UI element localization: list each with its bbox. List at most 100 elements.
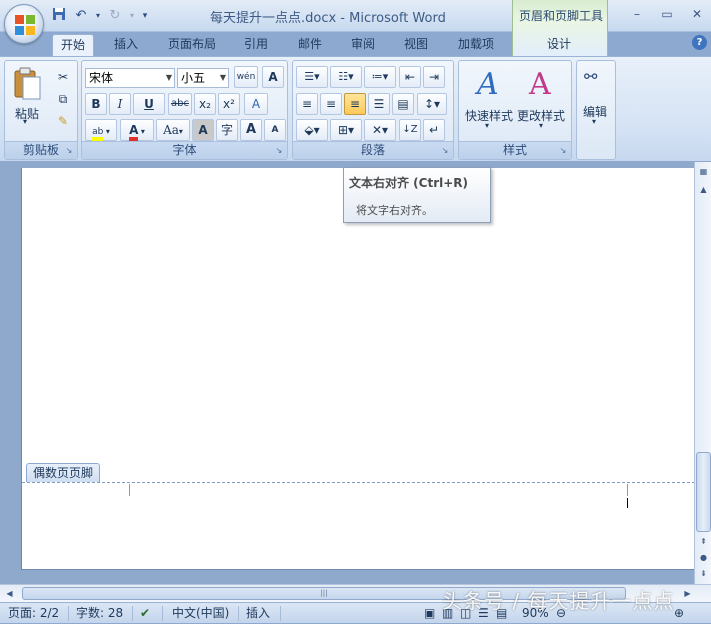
highlight-button[interactable]: ab ▾ [85,119,117,141]
tab-view[interactable]: 视图 [394,34,438,56]
editing-group[interactable]: ⚯ 编辑 ▾ [576,60,616,160]
paragraph-group: ☰▾ ☷▾ ≔▾ ⇤ ⇥ ≡ ≡ ≡ ☰ ▤ ↕▾ ⬙▾ ⊞▾ ✕▾ ↓Z ↵ … [292,60,454,160]
footer-tag: 偶数页页脚 [26,463,101,482]
subscript-button[interactable]: x₂ [194,93,216,115]
vertical-scrollbar[interactable]: ▦ ▲ ⇞ ● ⇟ [694,162,711,584]
bold-button[interactable]: B [85,93,107,115]
styles-group: A 快速样式 ▾ A 更改样式 ▾ 样式 ↘ [458,60,572,160]
tab-design[interactable]: 设计 [534,34,584,56]
font-size-dropdown-icon[interactable]: ▼ [220,69,226,87]
redo-icon[interactable]: ↻ [106,7,124,25]
help-icon[interactable]: ? [692,35,707,50]
save-icon[interactable] [50,7,68,25]
editing-dropdown-icon: ▾ [592,117,597,126]
character-border-button[interactable]: A [262,66,284,88]
borders-button[interactable]: ⊞▾ [330,119,362,141]
shrink-font-button[interactable]: A [264,119,286,141]
font-group-label: 字体 [82,141,287,159]
ruler-toggle-icon[interactable]: ▦ [696,164,711,179]
scroll-right-icon[interactable]: ▶ [680,586,695,601]
styles-group-label: 样式 [459,141,571,159]
underline-button[interactable]: U [133,93,165,115]
font-size-combo[interactable]: 小五 ▼ [177,68,229,88]
undo-icon[interactable]: ↶ [72,7,90,25]
phonetic-guide-button[interactable]: wén [234,66,258,88]
undo-dropdown-icon[interactable]: ▾ [94,7,102,25]
vertical-scroll-thumb[interactable] [696,452,711,532]
word-count[interactable]: 字数: 28 [76,603,123,624]
styles-launcher-icon[interactable]: ↘ [558,146,568,156]
context-group-title: 页眉和页脚工具 [518,9,603,23]
change-case-button[interactable]: Aa▾ [156,119,190,141]
proofing-icon[interactable]: ✔ [140,603,150,624]
distributed-button[interactable]: ▤ [392,93,414,115]
shading-button[interactable]: ⬙▾ [296,119,328,141]
paste-button[interactable]: 粘贴 ▾ [11,65,45,126]
quick-access-toolbar: ↶ ▾ ↻ ▾ ▾ [50,6,150,26]
language-indicator[interactable]: 中文(中国) [172,603,229,624]
align-right-button[interactable]: ≡ [344,93,366,115]
bullets-button[interactable]: ☰▾ [296,66,328,88]
change-styles-dropdown-icon: ▾ [539,121,544,130]
superscript-button[interactable]: x² [218,93,240,115]
font-name-combo[interactable]: 宋体 ▼ [85,68,175,88]
font-launcher-icon[interactable]: ↘ [274,146,284,156]
divider [162,606,163,621]
clipboard-launcher-icon[interactable]: ↘ [64,146,74,156]
select-browse-object-icon[interactable]: ● [696,550,711,565]
tab-insert[interactable]: 插入 [104,34,148,56]
font-color-button[interactable]: A ▾ [120,119,154,141]
clear-formatting-button[interactable]: A [244,93,268,115]
divider [238,606,239,621]
increase-indent-button[interactable]: ⇥ [423,66,445,88]
scroll-left-icon[interactable]: ◀ [2,586,17,601]
grow-font-button[interactable]: A [240,119,262,141]
numbering-button[interactable]: ☷▾ [330,66,362,88]
cut-icon[interactable]: ✂ [53,67,73,89]
italic-button[interactable]: I [109,93,131,115]
office-button[interactable] [4,4,44,44]
redo-dropdown-icon[interactable]: ▾ [128,7,136,25]
font-size-value: 小五 [181,71,206,85]
document-area: 偶数页页脚 [0,162,695,584]
sort-button[interactable]: ↓Z [399,119,421,141]
chinese-layout-button[interactable]: ✕▾ [364,119,396,141]
close-button[interactable]: ✕ [689,6,705,22]
change-styles-button[interactable]: A 更改样式 ▾ [515,65,571,135]
ribbon: 粘贴 ▾ ✂ ⧉ ✎ 剪贴板 ↘ 宋体 ▼ 小五 ▼ wén A B I U a… [0,56,711,162]
maximize-button[interactable]: ▭ [659,6,675,22]
tab-addins[interactable]: 加载项 [448,34,504,56]
print-layout-icon[interactable]: ▣ [424,603,435,624]
divider [68,606,69,621]
tab-mailings[interactable]: 邮件 [288,34,332,56]
tab-home[interactable]: 开始 [52,34,94,56]
format-painter-icon[interactable]: ✎ [53,111,73,133]
paragraph-launcher-icon[interactable]: ↘ [440,146,450,156]
multilevel-list-button[interactable]: ≔▾ [364,66,396,88]
character-shading-button[interactable]: A [192,119,214,141]
next-page-icon[interactable]: ⇟ [696,566,711,581]
minimize-button[interactable]: – [629,6,645,22]
align-center-button[interactable]: ≡ [320,93,342,115]
document-page[interactable]: 偶数页页脚 [21,168,695,570]
align-left-button[interactable]: ≡ [296,93,318,115]
quick-styles-button[interactable]: A 快速样式 ▾ [461,65,517,135]
strikethrough-button[interactable]: abc [168,93,192,115]
decrease-indent-button[interactable]: ⇤ [399,66,421,88]
customize-qat-icon[interactable]: ▾ [140,7,150,25]
justify-button[interactable]: ☰ [368,93,390,115]
office-logo-icon [15,15,35,35]
tab-page-layout[interactable]: 页面布局 [158,34,226,56]
insert-mode-indicator[interactable]: 插入 [246,603,270,624]
tab-references[interactable]: 引用 [234,34,278,56]
line-spacing-button[interactable]: ↕▾ [417,93,447,115]
scroll-up-icon[interactable]: ▲ [696,182,711,197]
enclose-characters-button[interactable]: 字 [216,119,238,141]
previous-page-icon[interactable]: ⇞ [696,534,711,549]
copy-icon[interactable]: ⧉ [53,89,73,111]
page-count[interactable]: 页面: 2/2 [8,603,59,624]
tab-review[interactable]: 审阅 [341,34,385,56]
font-name-dropdown-icon[interactable]: ▼ [166,69,172,87]
show-marks-button[interactable]: ↵ [423,119,445,141]
zoom-in-icon[interactable]: ⊕ [674,603,684,624]
